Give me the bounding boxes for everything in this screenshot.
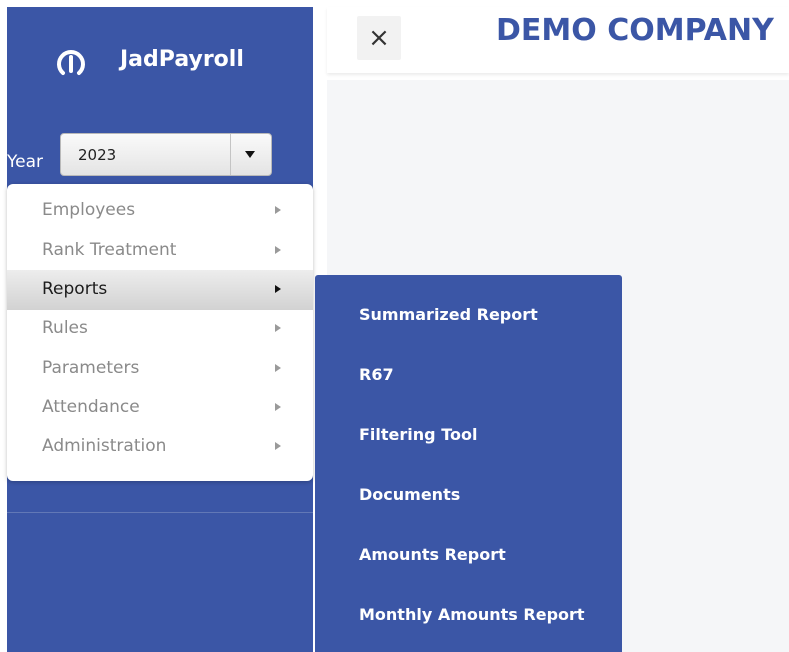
- menu-item-label: Administration: [42, 436, 167, 456]
- sidebar-divider: [7, 512, 313, 513]
- sidebar: JadPayroll Year 2023 Employees Rank Trea…: [7, 7, 313, 652]
- menu-item-rules[interactable]: Rules: [7, 309, 313, 349]
- submenu-item-r67[interactable]: R67: [359, 365, 394, 384]
- menu-item-label: Rank Treatment: [42, 240, 177, 260]
- year-select[interactable]: 2023: [60, 133, 272, 176]
- menu-item-label: Rules: [42, 318, 88, 338]
- menu-item-label: Reports: [42, 279, 108, 299]
- caret-right-icon: [275, 285, 281, 293]
- menu-item-reports[interactable]: Reports: [7, 270, 313, 310]
- company-name: DEMO COMPANY: [496, 13, 774, 48]
- caret-right-icon: [275, 246, 281, 254]
- menu-item-parameters[interactable]: Parameters: [7, 349, 313, 389]
- menu-item-rank-treatment[interactable]: Rank Treatment: [7, 231, 313, 271]
- dropdown-button[interactable]: [230, 134, 271, 175]
- power-gauge-icon: [57, 50, 85, 75]
- menu-item-label: Parameters: [42, 358, 140, 378]
- submenu-item-summarized-report[interactable]: Summarized Report: [359, 305, 538, 324]
- year-select-value: 2023: [78, 146, 117, 164]
- menu-item-employees[interactable]: Employees: [7, 191, 313, 231]
- submenu-item-amounts-report[interactable]: Amounts Report: [359, 545, 506, 564]
- menu-item-administration[interactable]: Administration: [7, 427, 313, 467]
- caret-right-icon: [275, 403, 281, 411]
- close-button[interactable]: ×: [357, 16, 401, 60]
- caret-right-icon: [275, 442, 281, 450]
- main-menu: Employees Rank Treatment Reports Rules P…: [7, 184, 313, 481]
- menu-item-label: Employees: [42, 200, 136, 220]
- year-label: Year: [7, 152, 43, 172]
- submenu-item-documents[interactable]: Documents: [359, 485, 460, 504]
- caret-right-icon: [275, 364, 281, 372]
- reports-submenu: Summarized Report R67 Filtering Tool Doc…: [315, 275, 622, 652]
- submenu-item-monthly-amounts-report[interactable]: Monthly Amounts Report: [359, 605, 585, 624]
- caret-down-icon: [245, 151, 255, 158]
- submenu-item-filtering-tool[interactable]: Filtering Tool: [359, 425, 477, 444]
- menu-item-attendance[interactable]: Attendance: [7, 388, 313, 428]
- menu-item-label: Attendance: [42, 397, 140, 417]
- caret-right-icon: [275, 206, 281, 214]
- caret-right-icon: [275, 324, 281, 332]
- top-bar: × DEMO COMPANY: [327, 7, 789, 73]
- app-title: JadPayroll: [120, 47, 244, 72]
